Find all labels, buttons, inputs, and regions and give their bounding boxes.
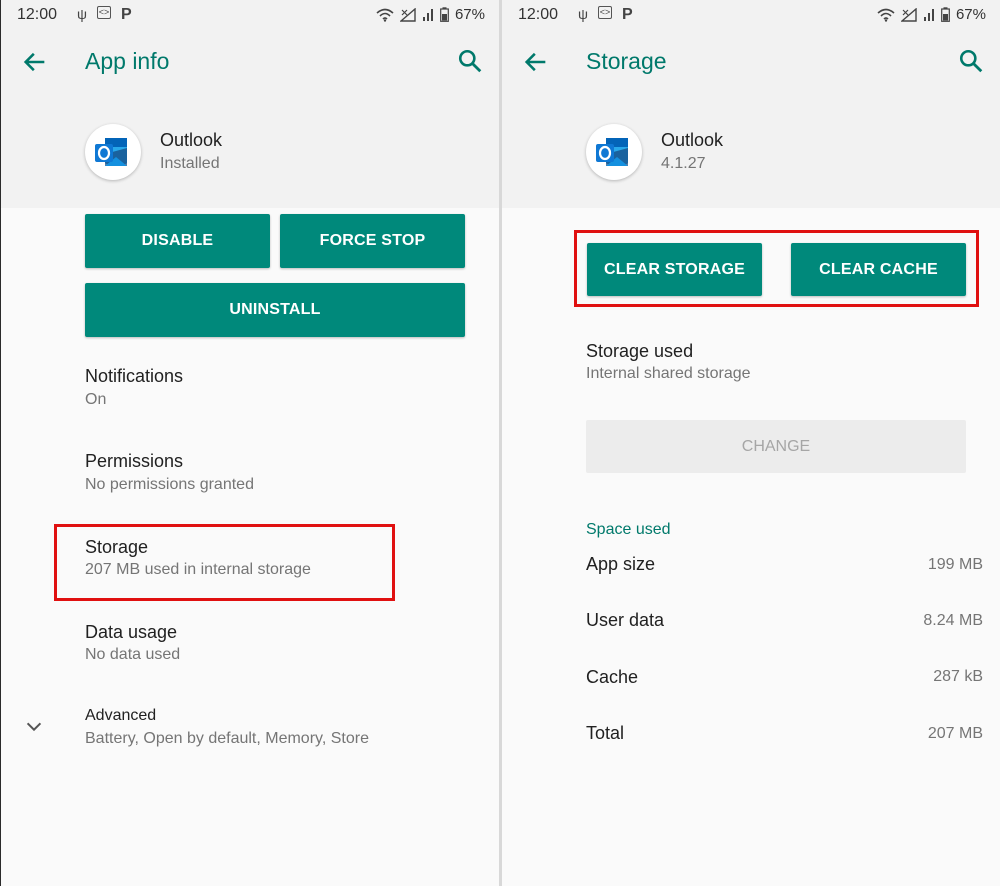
search-icon[interactable]	[457, 48, 483, 74]
row-label: Total	[586, 723, 625, 743]
app-info-screen: 12:00 ψ <> P 67% App info Outlook Instal…	[1, 0, 499, 886]
disable-button[interactable]: DISABLE	[85, 214, 270, 268]
app-name: Outlook	[160, 130, 223, 150]
storage-screen: 12:00 ψ <> P 67% Storage Outlook 4.1.27 …	[502, 0, 1000, 886]
row-value: 287 kB	[933, 668, 983, 685]
wifi-icon	[376, 8, 394, 22]
row-value: 199 MB	[927, 556, 983, 573]
page-title: App info	[85, 48, 170, 74]
p-icon: P	[621, 6, 633, 23]
battery-level: 67%	[955, 6, 986, 23]
back-arrow-icon[interactable]	[21, 48, 49, 76]
page-title: Storage	[586, 48, 667, 74]
code-icon: <>	[96, 6, 111, 19]
row-value: 207 MB	[927, 725, 983, 742]
outlook-app-icon	[586, 124, 642, 180]
status-bar: 12:00 ψ <> P 67%	[502, 0, 1000, 30]
row-label: User data	[586, 610, 665, 630]
search-icon[interactable]	[958, 48, 984, 74]
item-subtitle: No permissions granted	[85, 476, 254, 493]
status-time: 12:00	[518, 6, 559, 23]
chevron-down-icon	[26, 722, 42, 732]
force-stop-button[interactable]: FORCE STOP	[280, 214, 465, 268]
item-title: Advanced	[85, 707, 157, 724]
signal-icon	[923, 8, 934, 21]
usb-icon: ψ	[77, 6, 87, 22]
row-value: 8.24 MB	[923, 612, 983, 629]
code-icon: <>	[597, 6, 612, 19]
uninstall-button[interactable]: UNINSTALL	[85, 283, 465, 337]
item-title: Data usage	[85, 622, 178, 642]
item-subtitle: Internal shared storage	[586, 365, 751, 382]
app-header	[1, 30, 499, 208]
signal-icon	[422, 8, 433, 21]
battery-level: 67%	[454, 6, 485, 23]
wifi-icon	[877, 8, 895, 22]
battery-icon	[440, 7, 449, 22]
app-name: Outlook	[661, 130, 724, 150]
signal-icon	[900, 7, 917, 22]
app-status: Installed	[160, 155, 220, 172]
back-arrow-icon[interactable]	[522, 48, 550, 76]
status-bar: 12:00 ψ <> P 67%	[1, 0, 499, 30]
item-subtitle: No data used	[85, 646, 181, 663]
item-title: Permissions	[85, 451, 184, 471]
usb-icon: ψ	[578, 6, 588, 22]
outlook-app-icon	[85, 124, 141, 180]
item-subtitle: On	[85, 391, 107, 408]
storage-highlight-box	[54, 524, 395, 601]
app-version: 4.1.27	[661, 155, 706, 172]
item-title: Storage used	[586, 341, 694, 361]
change-button: CHANGE	[586, 420, 966, 473]
signal-icon	[399, 7, 416, 22]
item-subtitle: Battery, Open by default, Memory, Store	[85, 730, 369, 747]
space-used-header: Space used	[586, 521, 671, 538]
app-header	[502, 30, 1000, 208]
row-label: Cache	[586, 667, 639, 687]
clear-buttons-highlight-box	[574, 230, 979, 307]
row-label: App size	[586, 554, 656, 574]
battery-icon	[941, 7, 950, 22]
item-title: Notifications	[85, 366, 184, 386]
status-time: 12:00	[17, 6, 58, 23]
p-icon: P	[120, 6, 132, 23]
